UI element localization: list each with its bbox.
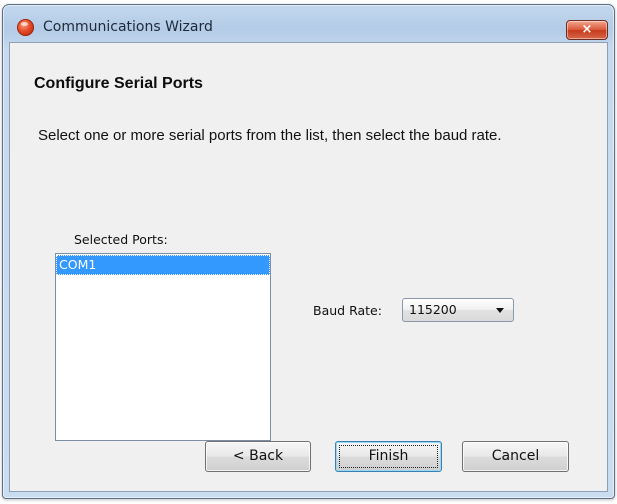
page-heading: Configure Serial Ports [34,75,203,92]
finish-button[interactable]: Finish [335,441,442,472]
selected-ports-listbox[interactable]: COM1 [55,253,271,441]
chevron-down-icon [496,308,504,313]
cancel-button-label: Cancel [491,448,540,464]
baud-rate-label: Baud Rate: [313,303,382,318]
finish-button-label: Finish [368,448,409,464]
baud-rate-dropdown[interactable]: 115200 [402,298,514,322]
port-list-item-com1[interactable]: COM1 [56,255,270,275]
wizard-page: Configure Serial Ports Select one or mor… [9,42,608,492]
baud-rate-value: 115200 [409,302,457,317]
back-button-label: < Back [232,448,284,464]
app-icon [17,19,34,36]
back-button[interactable]: < Back [205,441,311,472]
title-bar[interactable]: Communications Wizard × [3,5,614,43]
window-title: Communications Wizard [43,19,213,35]
wizard-window: Communications Wizard × Configure Serial… [2,4,615,499]
cancel-button[interactable]: Cancel [462,441,569,472]
close-icon: × [581,22,593,37]
selected-ports-label: Selected Ports: [74,232,168,247]
instruction-text: Select one or more serial ports from the… [38,127,502,144]
close-button[interactable]: × [566,20,608,40]
